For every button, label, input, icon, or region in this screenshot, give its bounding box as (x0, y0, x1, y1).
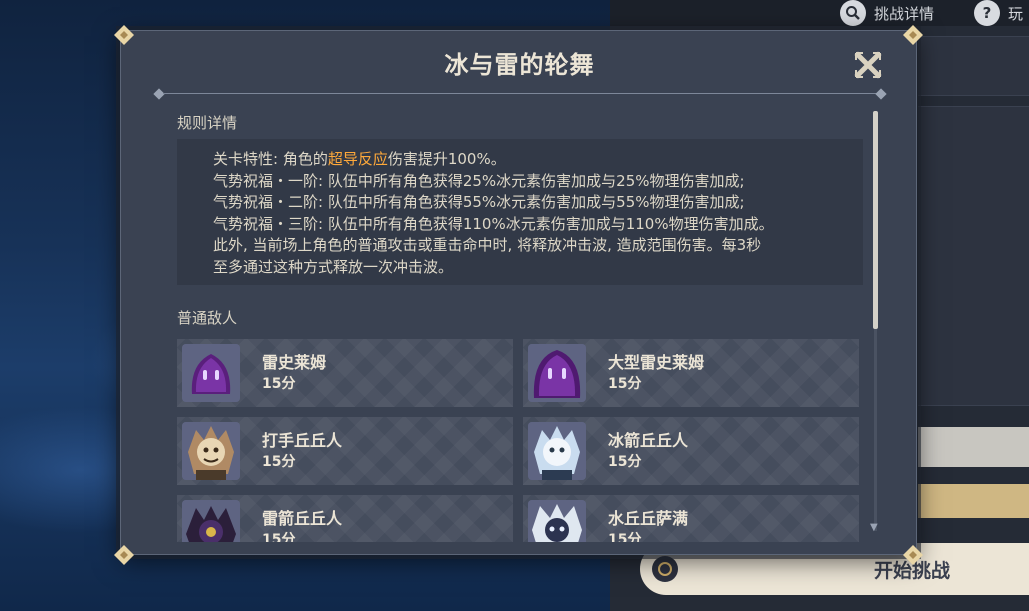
superconduct-highlight: 超导反应 (327, 150, 388, 168)
rule-line: 气势祝福・三阶: 队伍中所有角色获得110%冰元素伤害加成与110%物理伤害加成… (213, 214, 774, 233)
enemy-name: 水丘丘萨满 (608, 509, 689, 528)
background-slot (918, 106, 1029, 406)
enemy-card[interactable]: 雷箭丘丘人 15分 (177, 495, 513, 542)
scrollbar-thumb[interactable] (873, 111, 878, 329)
enemy-score: 15分 (608, 532, 642, 542)
electro-hilichurl-shooter-portrait (182, 500, 240, 542)
rule-line: 气势祝福・一阶: 队伍中所有角色获得25%冰元素伤害加成与25%物理伤害加成; (213, 171, 745, 190)
background-slot (918, 36, 1029, 96)
challenge-rules-modal: 冰与雷的轮舞 规则详情 关卡特性: 角色的超导反应伤害提升100%。 气势祝福・… (120, 30, 917, 555)
enemy-score: 15分 (262, 532, 296, 542)
background-light-bar (918, 427, 1029, 467)
challenge-details-button[interactable]: 挑战详情 (840, 0, 934, 26)
modal-title: 冰与雷的轮舞 (444, 51, 595, 79)
help-label: 玩 (1008, 4, 1024, 23)
rule-line: 此外, 当前场上角色的普通攻击或重击命中时, 将释放冲击波, 造成范围伤害。每3… (213, 236, 762, 254)
enemy-card[interactable]: 大型雷史莱姆 15分 (523, 339, 859, 407)
enemy-score: 15分 (608, 376, 642, 392)
rule-line: 至多通过这种方式释放一次冲击波。 (213, 257, 454, 276)
close-icon (854, 51, 882, 79)
large-electro-slime-portrait (528, 344, 586, 402)
enemy-name: 雷史莱姆 (262, 353, 327, 372)
enemy-card[interactable]: 打手丘丘人 15分 (177, 417, 513, 485)
enemy-name: 冰箭丘丘人 (608, 431, 689, 450)
enemy-card[interactable]: 水丘丘萨满 15分 (523, 495, 859, 542)
hydro-samachurl-portrait (528, 500, 586, 542)
rules-scroll-area[interactable]: 规则详情 关卡特性: 角色的超导反应伤害提升100%。 气势祝福・一阶: 队伍中… (177, 109, 865, 542)
help-button[interactable]: ? 玩 (974, 0, 1023, 26)
enemy-card[interactable]: 冰箭丘丘人 15分 (523, 417, 859, 485)
enemies-section-label: 普通敌人 (177, 309, 238, 327)
rule-line: 气势祝福・二阶: 队伍中所有角色获得55%冰元素伤害加成与55%物理伤害加成; (213, 193, 745, 211)
enemy-name: 打手丘丘人 (262, 431, 343, 450)
help-icon: ? (974, 0, 1000, 26)
challenge-details-label: 挑战详情 (874, 4, 935, 23)
enemy-name: 雷箭丘丘人 (262, 509, 343, 528)
enemy-card[interactable]: 雷史莱姆 15分 (177, 339, 513, 407)
background-top-bar (610, 0, 1029, 26)
rules-text-box: 关卡特性: 角色的超导反应伤害提升100%。 气势祝福・一阶: 队伍中所有角色获… (177, 139, 863, 285)
enemy-score: 15分 (262, 376, 296, 392)
rules-section-label: 规则详情 (177, 114, 238, 132)
enemy-score: 15分 (608, 454, 642, 470)
search-icon (840, 0, 866, 26)
background-gold-bar (918, 484, 1029, 518)
start-challenge-icon (652, 556, 678, 582)
enemy-score: 15分 (262, 454, 296, 470)
rule-line: 关卡特性: 角色的超导反应伤害提升100%。 (213, 150, 506, 168)
cryo-hilichurl-shooter-portrait (528, 422, 586, 480)
hilichurl-fighter-portrait (182, 422, 240, 480)
enemy-name: 大型雷史莱姆 (608, 353, 705, 372)
title-divider (153, 88, 887, 100)
electro-slime-portrait (182, 344, 240, 402)
scroll-down-icon[interactable]: ▼ (870, 522, 878, 533)
close-button[interactable] (851, 48, 885, 82)
